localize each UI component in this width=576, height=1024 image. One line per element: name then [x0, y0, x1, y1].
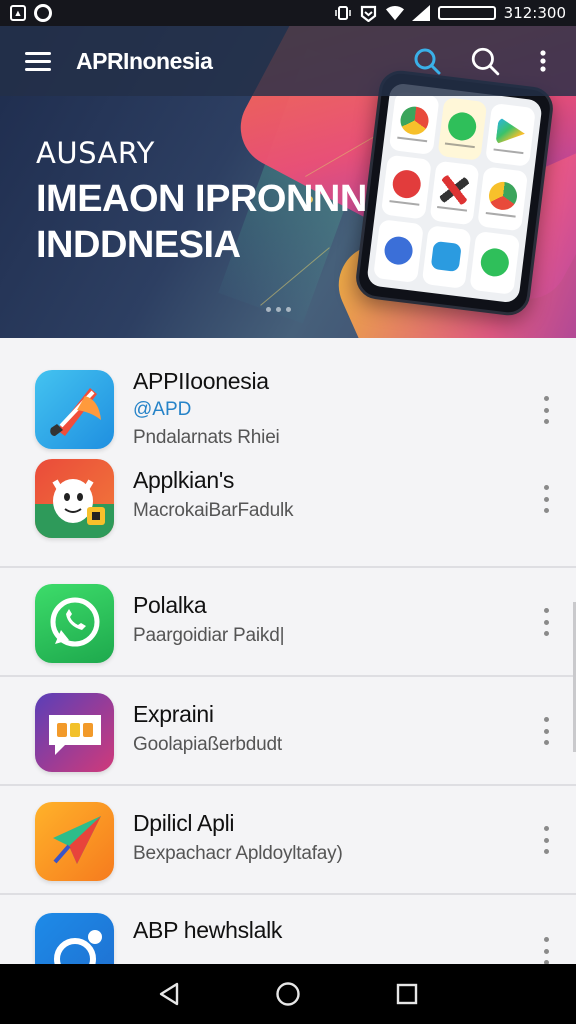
- overflow-menu-button[interactable]: [520, 38, 566, 84]
- home-button[interactable]: [263, 969, 313, 1019]
- chrome-icon: [388, 91, 440, 156]
- red-app-icon: [380, 154, 432, 220]
- app-name: ABP hewhslalk: [133, 917, 283, 943]
- vibrate-icon: [334, 4, 352, 22]
- message-icon: [35, 693, 114, 772]
- app-description: MacrokaiBarFadulk: [133, 500, 294, 521]
- back-button[interactable]: [144, 969, 194, 1019]
- mascot-icon: [35, 459, 114, 538]
- app-description: Pndalarnats Rhiei: [133, 427, 280, 448]
- banner-headline: IMEAON IPRONNN: [36, 178, 367, 220]
- list-item[interactable]: Expraini Goolapiaßerbdudt: [0, 677, 576, 786]
- chrome-icon: [477, 166, 529, 232]
- messages-icon: [421, 224, 472, 289]
- chat-bubble-icon: [35, 584, 114, 663]
- item-menu-button[interactable]: [538, 826, 554, 854]
- recents-icon: [396, 983, 417, 1005]
- app-description: Paargoidiar Paikd|: [133, 625, 285, 646]
- hamburger-icon: [25, 51, 51, 71]
- more-vert-icon: [540, 50, 546, 72]
- battery-icon: [437, 6, 496, 20]
- search-icon: [471, 47, 500, 76]
- menu-button[interactable]: [0, 26, 76, 96]
- gallery-icon: ▲: [10, 5, 26, 21]
- search-button[interactable]: [462, 38, 508, 84]
- app-toolbar: APRInonesia: [0, 26, 576, 96]
- item-menu-button[interactable]: [538, 608, 554, 636]
- wifi-icon: [385, 4, 404, 22]
- navigation-bar: [0, 964, 576, 1024]
- app-title: APRInonesia: [76, 47, 213, 74]
- hero-banner[interactable]: APRInonesia AUSARY IMEAON IPRONNN INDDNE…: [0, 26, 576, 338]
- paint-brush-icon: [35, 370, 114, 449]
- list-item[interactable]: Polalka Paargoidiar Paikd|: [0, 568, 576, 677]
- play-store-icon: [485, 102, 536, 168]
- paper-plane-icon: [35, 802, 114, 881]
- status-time: 312:300: [503, 4, 566, 22]
- home-icon: [276, 982, 300, 1006]
- app-list[interactable]: APPIIoonesia @APD Pndalarnats Rhiei Appl…: [0, 338, 576, 964]
- app-tag: @APD: [133, 399, 192, 420]
- app-description: Bexpachacr Apldoyltafay): [133, 843, 343, 864]
- maps-icon: [469, 230, 521, 295]
- list-item[interactable]: Applkian's MacrokaiBarFadulk: [0, 459, 576, 568]
- search-icon: [414, 48, 441, 75]
- app-name: Applkian's: [133, 467, 235, 493]
- notification-icon: [360, 4, 378, 22]
- search-button-highlighted[interactable]: [404, 38, 450, 84]
- recents-button[interactable]: [382, 969, 432, 1019]
- whatsapp-icon: [437, 97, 488, 162]
- status-bar: ▲ 312:300: [0, 0, 576, 26]
- item-menu-button[interactable]: [538, 937, 554, 964]
- back-icon: [160, 982, 179, 1006]
- app-description: Goolapiaßerbdudt: [133, 734, 282, 755]
- signal-icon: [411, 4, 430, 22]
- banner-pager[interactable]: [266, 307, 291, 312]
- item-menu-button[interactable]: [538, 717, 554, 745]
- phone-mockup: [353, 68, 556, 318]
- app-name: Dpilicl Apli: [133, 810, 235, 836]
- banner-headline: INDDNESIA: [36, 224, 241, 266]
- list-item[interactable]: ABP hewhslalk: [0, 895, 576, 964]
- app-name: Polalka: [133, 592, 207, 618]
- app-name: APPIIoonesia: [133, 368, 269, 394]
- circle-icon: [34, 4, 52, 22]
- tools-icon: [429, 160, 480, 226]
- item-menu-button[interactable]: [538, 396, 554, 424]
- app-name: Expraini: [133, 701, 214, 727]
- app-icon: [35, 913, 114, 964]
- list-item[interactable]: Dpilicl Apli Bexpachacr Apldoyltafay): [0, 786, 576, 895]
- phone-app-icon: [373, 218, 424, 284]
- item-menu-button[interactable]: [538, 485, 554, 513]
- list-item[interactable]: APPIIoonesia @APD Pndalarnats Rhiei: [0, 338, 576, 459]
- banner-subtitle: AUSARY: [36, 136, 155, 170]
